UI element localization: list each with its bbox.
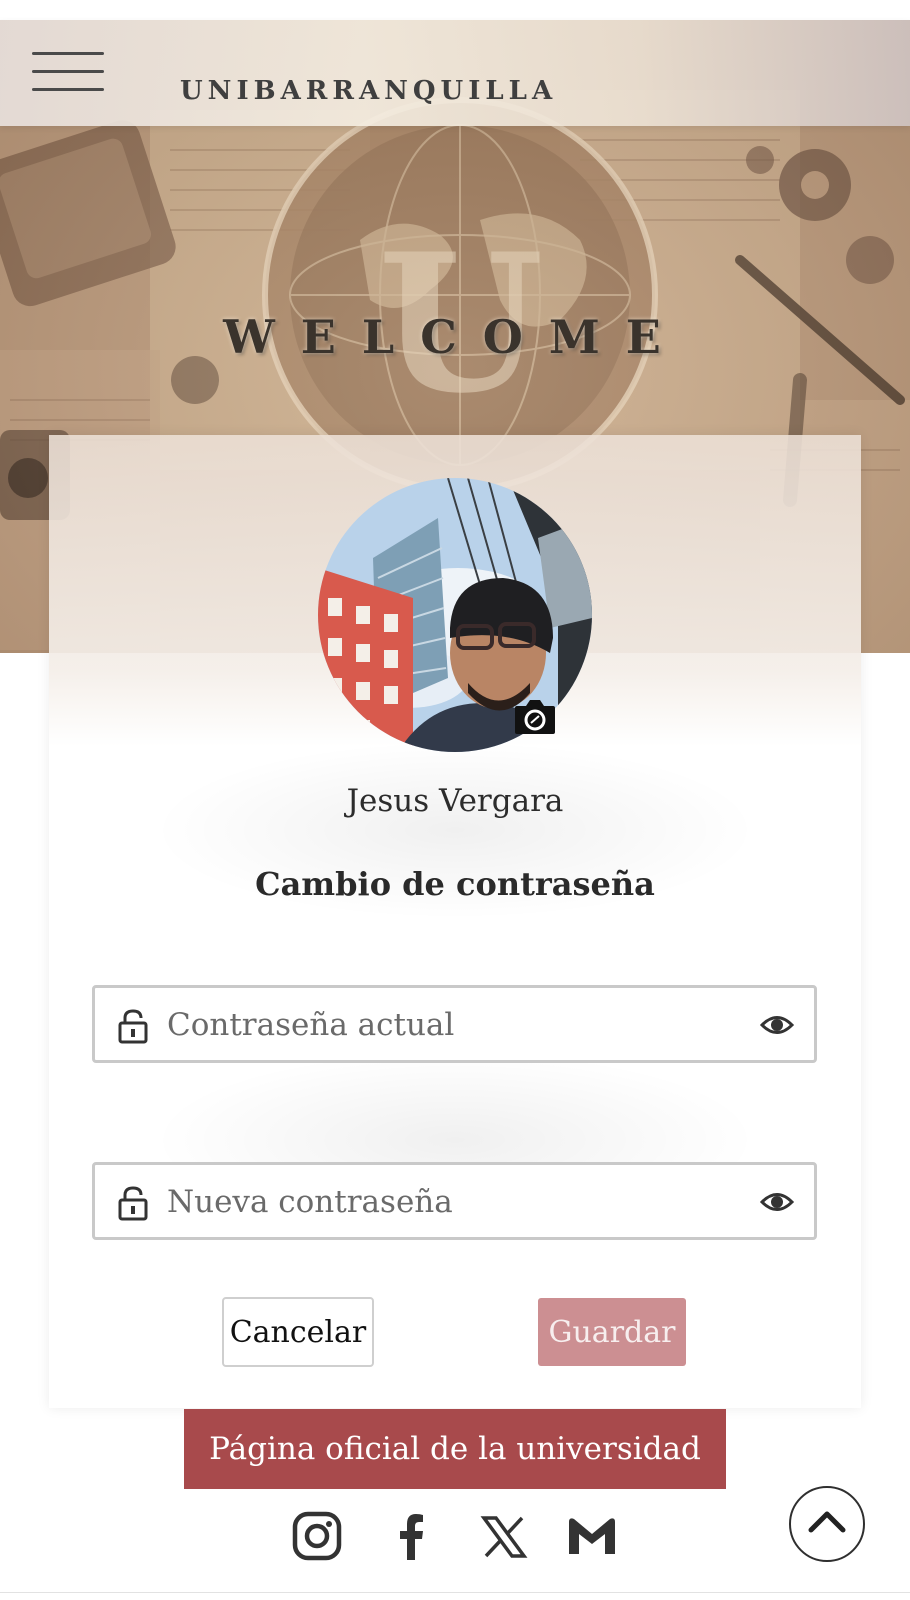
divider [0, 1592, 910, 1593]
new-password-input[interactable] [165, 1175, 729, 1229]
top-header: UNIBARRANQUILLA [0, 20, 910, 126]
welcome-heading: WELCOME [223, 310, 687, 364]
camera-icon[interactable] [513, 698, 557, 736]
lock-icon [118, 1009, 148, 1044]
x-icon[interactable] [478, 1510, 530, 1562]
instagram-icon[interactable] [291, 1510, 343, 1562]
eye-icon[interactable] [760, 1187, 794, 1217]
status-strip [0, 0, 910, 21]
form-title: Cambio de contraseña [255, 865, 655, 903]
eye-icon[interactable] [760, 1010, 794, 1040]
save-button[interactable]: Guardar [538, 1298, 686, 1366]
scroll-top-button[interactable] [789, 1486, 865, 1562]
new-password-field [92, 1162, 817, 1240]
brand-title: UNIBARRANQUILLA [180, 76, 558, 106]
current-password-input[interactable] [165, 998, 729, 1052]
facebook-icon[interactable] [386, 1510, 438, 1562]
user-name: Jesus Vergara [346, 783, 564, 819]
current-password-field [92, 985, 817, 1063]
cancel-button[interactable]: Cancelar [222, 1297, 374, 1367]
chevron-up-icon [808, 1511, 846, 1533]
lock-icon [118, 1186, 148, 1221]
hamburger-menu-icon[interactable] [30, 50, 106, 96]
gmail-icon[interactable] [566, 1510, 618, 1562]
official-university-link[interactable]: Página oficial de la universidad [184, 1409, 726, 1489]
